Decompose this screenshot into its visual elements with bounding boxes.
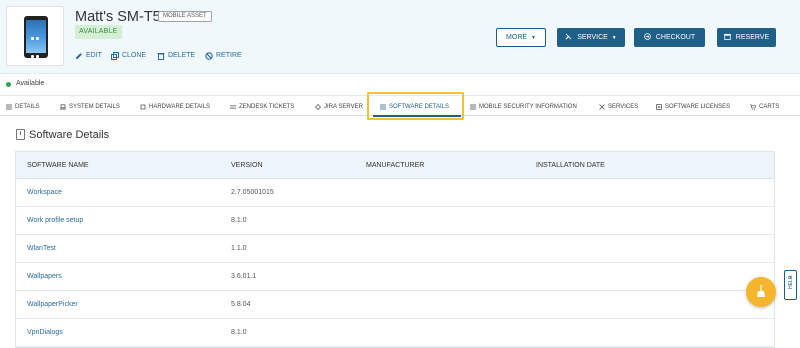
tab-zendesk-tickets[interactable]: ZENDESK TICKETS <box>230 102 298 112</box>
column-header-manufacturer[interactable]: MANUFACTURER <box>366 162 424 169</box>
ban-icon <box>205 52 213 60</box>
laptop-icon <box>60 104 66 110</box>
tablet-image <box>24 16 48 76</box>
tab-services[interactable]: SERVICES <box>599 102 639 112</box>
asset-type-badge: MOBILE ASSET <box>158 11 212 22</box>
status-badge: AVAILABLE <box>75 25 122 39</box>
tab-carts[interactable]: CARTS <box>750 102 782 112</box>
software-table: SOFTWARE NAME VERSION MANUFACTURER INSTA… <box>15 151 775 348</box>
broom-icon <box>757 285 765 297</box>
delete-button[interactable]: DELETE <box>157 51 199 61</box>
status-text: Available <box>16 80 45 87</box>
column-header-installation-date[interactable]: INSTALLATION DATE <box>536 162 605 169</box>
more-button[interactable]: MORE ▼ <box>496 28 546 47</box>
software-details-icon <box>16 129 25 140</box>
section-title: Software Details <box>29 129 110 141</box>
software-name-link[interactable]: VpnDialogs <box>27 329 63 336</box>
tab-label: DETAILS <box>15 104 40 110</box>
column-header-software-name[interactable]: SOFTWARE NAME <box>27 162 89 169</box>
table-row: WlanTest 1.1.0 <box>16 235 774 263</box>
software-name-link[interactable]: WallpaperPicker <box>27 301 78 308</box>
checkout-button[interactable]: CHECKOUT <box>634 28 705 47</box>
more-label: MORE <box>506 34 528 41</box>
tab-details[interactable]: DETAILS <box>6 102 42 112</box>
clone-button[interactable]: CLONE <box>111 51 151 61</box>
software-name-link[interactable]: Wallpapers <box>27 273 62 280</box>
table-row: WallpaperPicker 5.8.04 <box>16 291 774 319</box>
software-name-link[interactable]: WlanTest <box>27 245 56 252</box>
software-name-link[interactable]: Work profile setup <box>27 217 83 224</box>
table-row: VpnDialogs 8.1.0 <box>16 319 774 347</box>
retire-button[interactable]: RETIRE <box>205 51 247 61</box>
calendar-icon <box>724 33 731 40</box>
license-icon <box>656 104 662 110</box>
software-version: 8.1.0 <box>231 217 247 224</box>
service-label: SERVICE <box>577 34 608 41</box>
tab-label: CARTS <box>759 104 780 110</box>
caret-down-icon: ▼ <box>531 35 536 41</box>
tab-hardware-details[interactable]: HARDWARE DETAILS <box>140 102 214 112</box>
software-version: 1.1.0 <box>231 245 247 252</box>
tab-label: SYSTEM DETAILS <box>69 104 120 110</box>
tab-label: JIRA SERVER <box>324 104 363 110</box>
tab-label: SOFTWARE LICENSES <box>665 104 731 110</box>
chip-icon <box>140 104 146 110</box>
wrench-icon <box>599 104 605 110</box>
wrench-icon <box>565 33 572 40</box>
service-button[interactable]: SERVICE ▼ <box>557 28 625 47</box>
table-header: SOFTWARE NAME VERSION MANUFACTURER INSTA… <box>16 152 774 179</box>
software-version: 5.8.04 <box>231 301 251 308</box>
clone-icon <box>111 52 119 60</box>
jira-icon <box>315 104 321 110</box>
help-label: HELP <box>788 275 794 289</box>
software-version: 8.1.0 <box>231 329 247 336</box>
arrow-circle-icon <box>644 33 651 40</box>
cart-icon <box>750 104 756 110</box>
tab-mobile-security-information[interactable]: MOBILE SECURITY INFORMATION <box>470 102 582 112</box>
tab-jira-server[interactable]: JIRA SERVER <box>315 102 363 112</box>
checkout-label: CHECKOUT <box>655 34 696 41</box>
table-row: Wallpapers 3.6.01.1 <box>16 263 774 291</box>
tab-label: MOBILE SECURITY INFORMATION <box>479 104 577 110</box>
caret-down-icon: ▼ <box>611 35 617 41</box>
reserve-label: RESERVE <box>735 34 770 41</box>
tab-label: HARDWARE DETAILS <box>149 104 211 110</box>
tab-system-details[interactable]: SYSTEM DETAILS <box>60 102 122 112</box>
clone-label: CLONE <box>122 52 147 59</box>
delete-label: DELETE <box>168 52 196 59</box>
tab-label: SERVICES <box>608 104 639 110</box>
floating-broom-button[interactable] <box>746 277 776 307</box>
column-header-version[interactable]: VERSION <box>231 162 263 169</box>
retire-label: RETIRE <box>216 52 242 59</box>
status-dot-icon <box>6 82 11 87</box>
asset-header: Matt's SM-T580 MOBILE ASSET AVAILABLE ED… <box>0 0 800 76</box>
highlight-box <box>367 92 464 120</box>
tab-software-licenses[interactable]: SOFTWARE LICENSES <box>656 102 734 112</box>
software-version: 2.7.05001015 <box>231 189 274 196</box>
tab-label: ZENDESK TICKETS <box>239 104 295 110</box>
software-name-link[interactable]: Workspace <box>27 189 62 196</box>
table-row: Work profile setup 8.1.0 <box>16 207 774 235</box>
trash-icon <box>157 53 165 60</box>
asset-thumbnail <box>6 6 64 76</box>
table-row: Workspace 2.7.05001015 <box>16 179 774 207</box>
availability-status: Available <box>0 76 800 93</box>
edit-button[interactable]: EDIT <box>75 51 105 61</box>
list-icon <box>470 104 476 110</box>
software-version: 3.6.01.1 <box>231 273 257 280</box>
zendesk-icon <box>230 105 236 109</box>
reserve-button[interactable]: RESERVE <box>717 28 776 47</box>
pencil-icon <box>76 53 82 59</box>
list-icon <box>6 104 12 110</box>
help-tab[interactable]: ◂ HELP <box>784 270 797 300</box>
edit-label: EDIT <box>86 52 102 59</box>
